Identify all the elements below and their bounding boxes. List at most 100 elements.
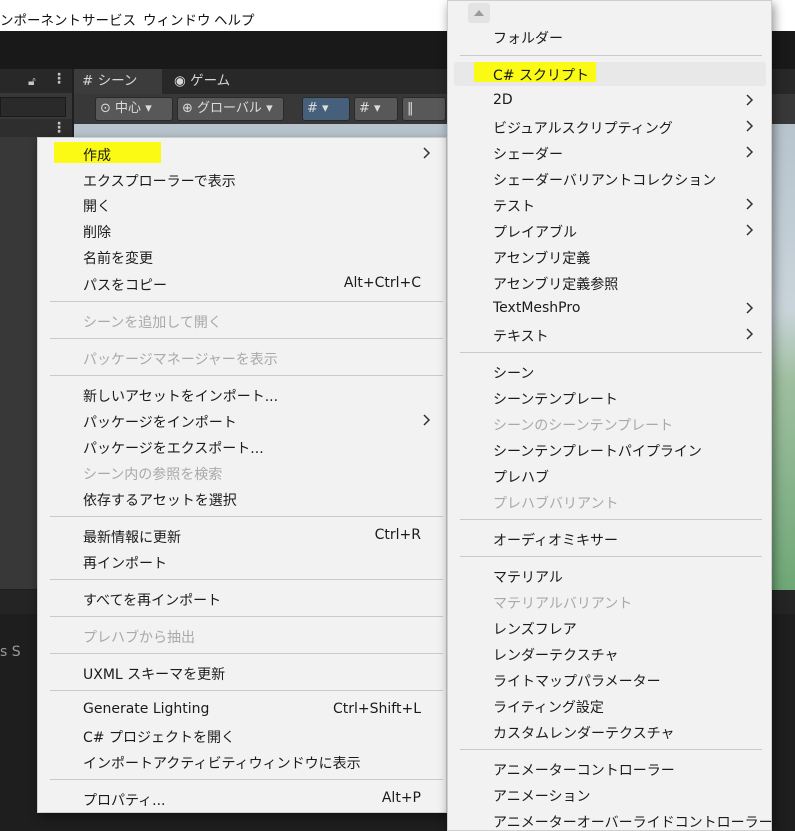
submenu-item-custom-render-texture[interactable]: カスタムレンダーテクスチャ — [448, 720, 771, 744]
submenu-item-visual-scripting[interactable]: ビジュアルスクリプティング — [448, 115, 771, 139]
lock-icon[interactable]: 🔓︎ — [28, 74, 36, 89]
menu-item-label: シーンを追加して開く — [83, 315, 222, 331]
snap-icon: # — [359, 101, 370, 116]
chevron-right-icon — [423, 147, 431, 159]
menu-item-label: テスト — [493, 199, 535, 215]
menu-item-properties[interactable]: プロパティ... Alt+P — [38, 787, 446, 811]
menu-window[interactable]: ウィンドウ — [143, 9, 211, 29]
menu-item-export-package[interactable]: パッケージをエクスポート... — [38, 435, 446, 459]
menu-item-generate-lighting[interactable]: Generate Lighting Ctrl+Shift+L — [38, 698, 446, 722]
submenu-item-csharp-script[interactable]: C# スクリプト — [448, 62, 771, 86]
menu-item-create[interactable]: 作成 — [38, 142, 446, 166]
snap-increment-button[interactable]: # ▾ — [354, 97, 398, 121]
menu-item-import-package[interactable]: パッケージをインポート — [38, 409, 446, 433]
menu-item-label: 名前を変更 — [83, 251, 153, 267]
menu-item-label: テキスト — [493, 329, 549, 345]
menu-item-label: シーンテンプレートパイプライン — [493, 444, 702, 460]
submenu-item-scene[interactable]: シーン — [448, 360, 771, 384]
submenu-item-shader[interactable]: シェーダー — [448, 141, 771, 165]
menu-item-label: アセンブリ定義参照 — [493, 277, 619, 293]
breadcrumb: s S — [0, 644, 21, 660]
tab-scene-label: シーン — [97, 73, 138, 89]
tab-scene[interactable]: # シーン — [74, 69, 162, 94]
menu-item-rename[interactable]: 名前を変更 — [38, 245, 446, 269]
submenu-item-assembly-definition[interactable]: アセンブリ定義 — [448, 245, 771, 269]
project-panel-header: 🔓︎ ⋮ — [0, 69, 72, 93]
menu-item-select-dependencies[interactable]: 依存するアセットを選択 — [38, 487, 446, 511]
submenu-item-lightmap-parameters[interactable]: ライトマップパラメーター — [448, 668, 771, 692]
menu-item-import-new-asset[interactable]: 新しいアセットをインポート... — [38, 383, 446, 407]
menu-item-update-uxml-schema[interactable]: UXML スキーマを更新 — [38, 661, 446, 685]
grid-visibility-button[interactable]: ‖ — [402, 97, 446, 121]
menu-item-label: アニメーターオーバーライドコントローラー — [493, 815, 773, 831]
submenu-item-animation[interactable]: アニメーション — [448, 783, 771, 807]
menu-item-label: プレハブ — [493, 470, 549, 486]
menu-item-label: アニメーション — [493, 789, 591, 805]
menu-item-reimport-all[interactable]: すべてを再インポート — [38, 587, 446, 611]
submenu-item-animator-controller[interactable]: アニメーターコントローラー — [448, 757, 771, 781]
submenu-item-test[interactable]: テスト — [448, 193, 771, 217]
submenu-item-2d[interactable]: 2D — [448, 89, 771, 113]
chevron-right-icon — [746, 302, 754, 314]
create-submenu: フォルダー C# スクリプト 2D ビジュアルスクリプティング シェーダー シェ… — [447, 0, 773, 831]
menu-item-label: マテリアル — [493, 570, 563, 586]
submenu-item-lighting-settings[interactable]: ライティング設定 — [448, 694, 771, 718]
submenu-item-text[interactable]: テキスト — [448, 323, 771, 347]
chevron-down-icon: ▾ — [322, 101, 329, 116]
search-input[interactable] — [0, 97, 66, 117]
menu-item-open[interactable]: 開く — [38, 193, 446, 217]
menu-item-label: シェーダーバリアントコレクション — [493, 173, 717, 189]
submenu-item-textmeshpro[interactable]: TextMeshPro — [448, 297, 771, 321]
context-menu: 作成 エクスプローラーで表示 開く 削除 名前を変更 パスをコピー Alt+Ct… — [37, 137, 447, 813]
scroll-up-button[interactable] — [468, 3, 490, 23]
menu-separator — [50, 653, 443, 654]
kebab-menu-icon[interactable]: ⋮ — [52, 72, 66, 86]
submenu-item-material[interactable]: マテリアル — [448, 564, 771, 588]
triangle-up-icon — [474, 10, 484, 16]
submenu-item-scene-template-pipeline[interactable]: シーンテンプレートパイプライン — [448, 438, 771, 462]
global-icon: ⊕ — [182, 101, 193, 116]
menu-item-label: アセンブリ定義 — [493, 251, 591, 267]
menu-item-label: アニメーターコントローラー — [493, 763, 675, 779]
submenu-item-prefab-variant: プレハブバリアント — [448, 490, 771, 514]
tab-game[interactable]: ◉ ゲーム — [166, 69, 256, 94]
menu-item-show-in-explorer[interactable]: エクスプローラーで表示 — [38, 168, 446, 192]
submenu-item-material-variant: マテリアルバリアント — [448, 590, 771, 614]
menu-item-label: パッケージをインポート — [83, 415, 237, 431]
menu-item-label: 最新情報に更新 — [83, 530, 181, 546]
menu-separator — [460, 352, 762, 353]
submenu-item-audio-mixer[interactable]: オーディオミキサー — [448, 527, 771, 551]
menu-item-show-import-activity[interactable]: インポートアクティビティウィンドウに表示 — [38, 750, 446, 774]
submenu-item-scene-template[interactable]: シーンテンプレート — [448, 386, 771, 410]
kebab-menu-icon[interactable]: ⋮ — [52, 121, 66, 135]
menu-components[interactable]: ンポーネント — [0, 9, 81, 29]
submenu-item-render-texture[interactable]: レンダーテクスチャ — [448, 642, 771, 666]
menu-item-refresh[interactable]: 最新情報に更新 Ctrl+R — [38, 524, 446, 548]
menu-item-label: 削除 — [83, 225, 111, 241]
submenu-item-animator-override-controller[interactable]: アニメーターオーバーライドコントローラー — [448, 809, 773, 831]
grid-snap-button[interactable]: # ▾ — [302, 97, 350, 121]
menu-item-label: エクスプローラーで表示 — [83, 174, 236, 190]
space-dropdown[interactable]: ⊕ グローバル ▾ — [177, 97, 284, 121]
submenu-item-lens-flare[interactable]: レンズフレア — [448, 616, 771, 640]
menu-item-reimport[interactable]: 再インポート — [38, 550, 446, 574]
menu-item-open-csharp-project[interactable]: C# プロジェクトを開く — [38, 724, 446, 748]
menu-help[interactable]: ヘルプ — [214, 9, 255, 29]
grid-snap-icon: # — [307, 101, 318, 116]
menu-item-copy-path[interactable]: パスをコピー Alt+Ctrl+C — [38, 272, 446, 296]
pivot-dropdown[interactable]: ⊙ 中心 ▾ — [95, 97, 173, 121]
submenu-item-playable[interactable]: プレイアブル — [448, 219, 771, 243]
menu-item-label: インポートアクティビティウィンドウに表示 — [83, 756, 361, 772]
submenu-item-folder[interactable]: フォルダー — [448, 25, 771, 49]
menu-item-label: プレハブから抽出 — [83, 630, 195, 646]
submenu-item-assembly-definition-reference[interactable]: アセンブリ定義参照 — [448, 271, 771, 295]
submenu-item-prefab[interactable]: プレハブ — [448, 464, 771, 488]
submenu-item-shader-variant-collection[interactable]: シェーダーバリアントコレクション — [448, 167, 771, 191]
menu-item-delete[interactable]: 削除 — [38, 219, 446, 243]
menu-services[interactable]: サービス — [82, 9, 136, 29]
menu-item-label: プレハブバリアント — [493, 496, 619, 512]
menu-item-label: レンダーテクスチャ — [493, 648, 619, 664]
menu-separator — [460, 519, 762, 520]
menu-item-label: 新しいアセットをインポート... — [83, 389, 279, 405]
menu-item-extract-from-prefab: プレハブから抽出 — [38, 624, 446, 648]
